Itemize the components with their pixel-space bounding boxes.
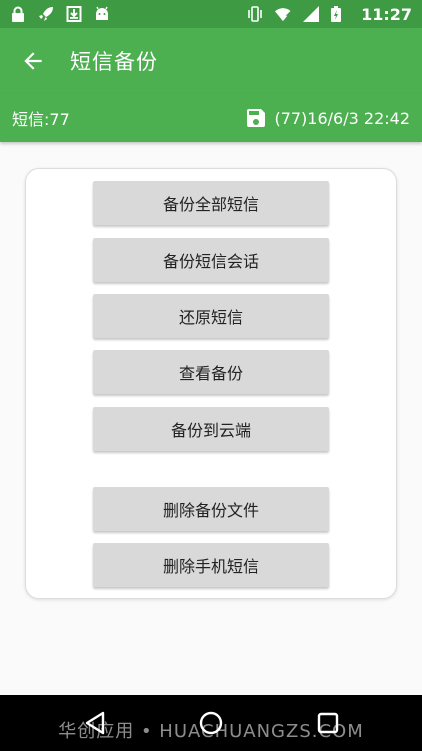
- home-circle-icon[interactable]: [197, 709, 225, 737]
- delete-phone-sms-button[interactable]: 删除手机短信: [93, 543, 329, 587]
- download-icon: [66, 6, 82, 22]
- page-title: 短信备份: [70, 50, 158, 74]
- status-left-icons: [10, 6, 110, 22]
- app-bar: 短信备份: [0, 28, 422, 94]
- rocket-icon: [38, 6, 54, 22]
- status-bar: 11:27: [0, 0, 422, 28]
- signal-icon: [303, 6, 320, 22]
- delete-backup-file-button[interactable]: 删除备份文件: [93, 487, 329, 531]
- back-triangle-icon[interactable]: [81, 709, 109, 737]
- vibrate-icon: [247, 6, 263, 22]
- sms-count: 短信:77: [12, 110, 70, 129]
- restore-sms-button[interactable]: 还原短信: [93, 294, 329, 338]
- backup-cloud-button[interactable]: 备份到云端: [93, 407, 329, 451]
- recents-square-icon[interactable]: [314, 709, 342, 737]
- nav-bar: [0, 695, 422, 751]
- actions-card: 备份全部短信 备份短信会话 还原短信 查看备份 备份到云端 删除备份文件 删除手…: [25, 168, 397, 599]
- backup-conversation-button[interactable]: 备份短信会话: [93, 238, 329, 282]
- backup-all-button[interactable]: 备份全部短信: [93, 181, 329, 225]
- last-backup-text: (77)16/6/3 22:42: [274, 108, 410, 128]
- wifi-icon: [275, 6, 292, 22]
- floppy-disk-icon: [244, 106, 268, 130]
- last-backup-info: (77)16/6/3 22:42: [244, 106, 410, 130]
- view-backup-button[interactable]: 查看备份: [93, 350, 329, 394]
- android-icon: [94, 6, 110, 22]
- arrow-left-icon[interactable]: [20, 48, 46, 74]
- info-bar: 短信:77 (77)16/6/3 22:42: [0, 94, 422, 142]
- battery-charging-icon: [331, 6, 347, 22]
- lock-icon: [10, 6, 26, 22]
- status-right-icons: 11:27: [247, 5, 412, 24]
- status-time: 11:27: [361, 4, 412, 24]
